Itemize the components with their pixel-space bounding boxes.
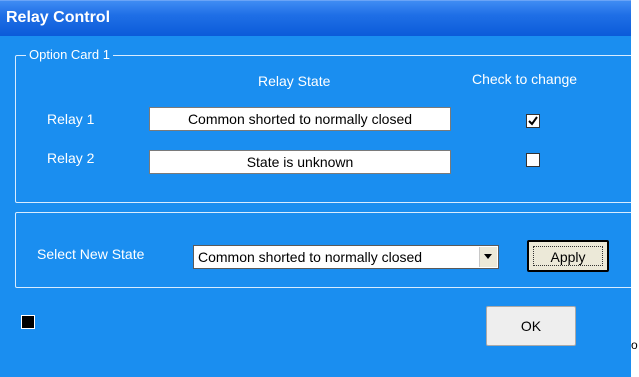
status-indicator [21,315,35,329]
select-new-state-label: Select New State [37,246,145,262]
new-state-select[interactable]: Common shorted to normally closed [193,245,499,269]
relay-2-label: Relay 2 [47,150,95,166]
title-bar[interactable]: Relay Control [0,0,631,36]
relay-state-header: Relay State [258,73,331,89]
relay-1-state-field: Common shorted to normally closed [149,107,451,131]
relay-1-change-checkbox[interactable] [526,114,540,128]
stray-text: o [631,338,638,352]
relay-control-window: Relay Control Option Card 1 Relay State … [0,0,631,377]
relay-2-change-checkbox[interactable] [526,153,540,167]
checkmark-icon [528,116,538,126]
option-card-legend: Option Card 1 [26,47,113,62]
chevron-down-icon [484,254,492,259]
relay-1-label: Relay 1 [47,111,95,127]
ok-button[interactable]: OK [486,306,576,346]
new-state-select-value: Common shorted to normally closed [198,249,423,265]
dropdown-arrow-button[interactable] [479,247,497,267]
check-to-change-header: Check to change [472,71,578,87]
apply-button-label: Apply [533,246,603,266]
relay-2-state-field: State is unknown [149,150,451,174]
window-title: Relay Control [6,9,111,26]
apply-button[interactable]: Apply [527,240,609,272]
